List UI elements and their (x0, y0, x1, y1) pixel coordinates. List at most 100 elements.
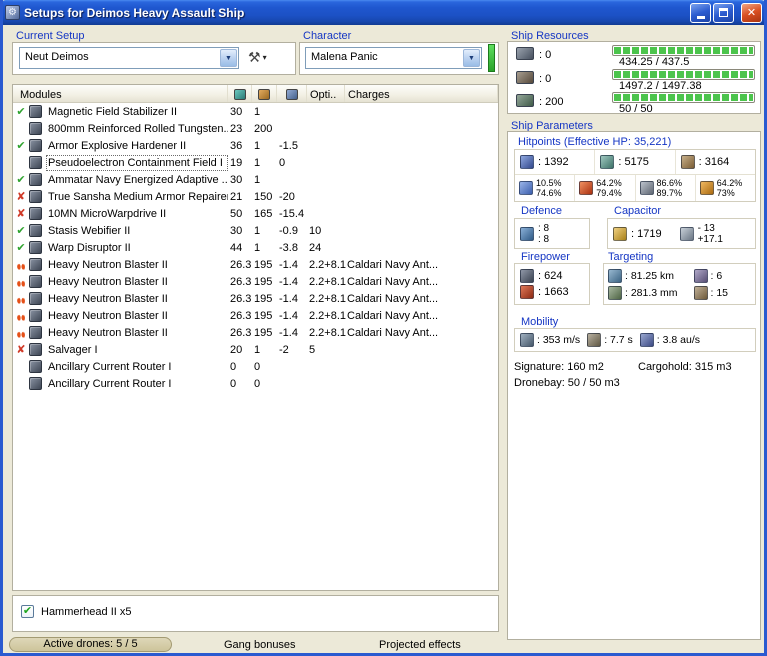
setup-select[interactable]: Neut Deimos ▼ (19, 47, 239, 69)
module-name: Stasis Webifier II (48, 224, 131, 237)
capacitor-delta-icon (679, 226, 694, 241)
ship-resources-panel: : 0 434.25 / 437.5 : 0 1497.2 / 1497.38 … (507, 41, 761, 115)
offline-cross-icon: ✘ (16, 190, 26, 203)
module-name: Ammatar Navy Energized Adaptive ... (48, 173, 228, 186)
active-check-icon: ✔ (16, 105, 26, 118)
hitpoints-box: : 1392 : 5175 : 3164 10.5% 74.6% 64.2% 7… (514, 149, 756, 202)
module-cap-value: -15.4 (279, 207, 305, 220)
offline-cross-icon: ✘ (16, 207, 26, 220)
module-row[interactable]: ✔ ✘ 10MN MicroWarpdrive II 50 165 -15.4 (13, 205, 498, 222)
active-check-icon: ✔ (16, 241, 26, 254)
dronebay-bar (612, 92, 755, 103)
module-optimal-value: 2.2+8.1 (309, 258, 347, 271)
dronebay-value: Dronebay: 50 / 50 m3 (514, 377, 620, 389)
optimal-column-header[interactable]: Opti.. (307, 85, 345, 102)
module-row[interactable]: ✔ ✘ Heavy Neutron Blaster II 26.3 195 -1… (13, 273, 498, 290)
module-type-icon (29, 326, 42, 339)
active-check-icon: ✔ (16, 139, 26, 152)
module-row[interactable]: ✔ ✘ True Sansha Medium Armor Repairer 21… (13, 188, 498, 205)
drone-checkbox[interactable]: ✔ (21, 605, 34, 618)
hitpoints-label: Hitpoints (Effective HP: 35,221) (518, 136, 672, 148)
active-drones-tab[interactable]: Active drones: 5 / 5 (9, 637, 172, 652)
capacitor-amount-value: : 1719 (631, 227, 662, 240)
module-cap-value: -1.5 (279, 139, 298, 152)
modules-table-header[interactable]: Modules Opti.. Charges (13, 85, 498, 103)
module-status: ✔ ✘ (13, 274, 29, 290)
module-row[interactable]: ✔ ✘ Stasis Webifier II 30 1 -0.9 10 (13, 222, 498, 239)
module-name: Ancillary Current Router I (48, 377, 172, 390)
module-status: ✔ ✘ (13, 138, 29, 154)
module-cpu-value: 21 (230, 190, 243, 203)
module-row[interactable]: ✔ ✘ Ammatar Navy Energized Adaptive ... … (13, 171, 498, 188)
module-row[interactable]: ✔ ✘ Heavy Neutron Blaster II 26.3 195 -1… (13, 256, 498, 273)
module-row[interactable]: ✔ ✘ Ancillary Current Router I 0 0 (13, 358, 498, 375)
resource-row: : 0 434.25 / 437.5 (508, 44, 760, 68)
capacitor-column-header[interactable] (277, 85, 307, 102)
targeting-label: Targeting (608, 251, 654, 263)
titlebar[interactable]: ⚙ Setups for Deimos Heavy Assault Ship ✕ (0, 0, 767, 25)
module-row[interactable]: ✔ ✘ Armor Explosive Hardener II 36 1 -1.… (13, 137, 498, 154)
overheat-icon (15, 276, 27, 288)
shield-em-resist: 10.5% (536, 178, 562, 188)
module-powergrid-value: 1 (254, 139, 261, 152)
module-name: Pseudoelectron Containment Field I (46, 154, 228, 171)
module-row[interactable]: ✔ ✘ Ancillary Current Router I 0 0 (13, 375, 498, 392)
module-type-icon (29, 292, 42, 305)
module-name: True Sansha Medium Armor Repairer (48, 190, 228, 203)
calibration-value: : 200 (539, 96, 564, 108)
powergrid-icon (258, 89, 270, 100)
powergrid-column-header[interactable] (252, 85, 277, 102)
targeting-range-icon (608, 268, 622, 283)
module-type-icon (29, 139, 42, 152)
app-icon: ⚙ (5, 5, 20, 20)
module-row[interactable]: ✔ ✘ Heavy Neutron Blaster II 26.3 195 -1… (13, 290, 498, 307)
chevron-down-icon[interactable]: ▼ (463, 49, 480, 67)
module-row[interactable]: ✔ ✘ Pseudoelectron Containment Field I 1… (13, 154, 498, 171)
module-charges-value: Caldari Navy Ant... (347, 326, 439, 339)
module-row[interactable]: ✔ ✘ Heavy Neutron Blaster II 26.3 195 -1… (13, 324, 498, 341)
dps-icon (520, 285, 534, 299)
chevron-down-icon[interactable]: ▼ (220, 49, 237, 67)
em-resist-icon (519, 181, 533, 195)
character-select[interactable]: Malena Panic ▼ (305, 47, 482, 69)
module-powergrid-value: 195 (254, 326, 273, 339)
launcher-hardpoints-value: : 0 (539, 73, 552, 85)
module-cpu-value: 30 (230, 173, 243, 186)
align-time-value: : 7.7 s (604, 334, 633, 346)
cpu-column-header[interactable] (228, 85, 252, 102)
close-button[interactable]: ✕ (741, 2, 762, 23)
checkbox-check-icon: ✔ (22, 605, 33, 617)
warp-speed-value: : 3.8 au/s (656, 334, 700, 346)
minimize-button[interactable] (690, 2, 711, 23)
gang-bonuses-button[interactable]: Gang bonuses (224, 639, 296, 651)
maximize-button[interactable] (713, 2, 734, 23)
module-row[interactable]: ✔ ✘ 800mm Reinforced Rolled Tungsten... … (13, 120, 498, 137)
scan-resolution-icon (608, 285, 622, 300)
current-setup-label: Current Setup (16, 30, 85, 42)
module-status: ✔ ✘ (13, 308, 29, 324)
module-status: ✔ ✘ (13, 206, 29, 222)
module-name: Salvager I (48, 343, 98, 356)
module-row[interactable]: ✔ ✘ Warp Disruptor II 44 1 -3.8 24 (13, 239, 498, 256)
armor-thermal-resist: 79.4% (596, 188, 622, 198)
module-powergrid-value: 1 (254, 173, 261, 186)
module-row[interactable]: ✔ ✘ Magnetic Field Stabilizer II 30 1 (13, 103, 498, 120)
module-charges-value: Caldari Navy Ant... (347, 258, 439, 271)
module-type-icon (29, 343, 42, 356)
module-name: Heavy Neutron Blaster II (48, 292, 168, 305)
charges-column-header[interactable]: Charges (345, 85, 498, 102)
projected-effects-button[interactable]: Projected effects (379, 639, 461, 651)
sensor-strength-icon (693, 285, 708, 300)
cpu-icon (233, 89, 246, 100)
setup-tools-button[interactable]: ⚒ ▾ (248, 50, 267, 64)
defence-box: : 8 : 8 (514, 218, 590, 249)
module-status: ✔ ✘ (13, 240, 29, 256)
overheat-icon (15, 310, 27, 322)
module-optimal-value: 2.2+8.1 (309, 292, 347, 305)
capacitor-icon (285, 89, 298, 100)
module-row[interactable]: ✔ ✘ Salvager I 20 1 -2 5 (13, 341, 498, 358)
modules-column-header[interactable]: Modules (13, 85, 228, 102)
drone-list-item[interactable]: ✔ Hammerhead II x5 (13, 596, 498, 618)
module-row[interactable]: ✔ ✘ Heavy Neutron Blaster II 26.3 195 -1… (13, 307, 498, 324)
signature-value: Signature: 160 m2 (514, 361, 604, 373)
